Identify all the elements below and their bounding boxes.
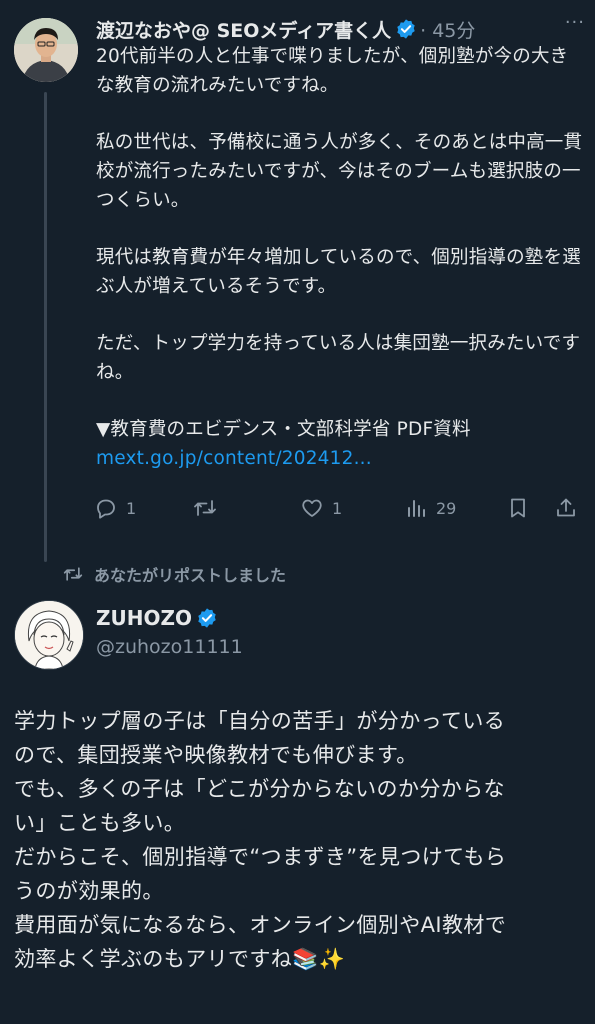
tweet1-paragraph: 20代前半の人と仕事で喋りましたが、個別塾が今の大きな教育の流れみたいですね。 <box>96 46 569 96</box>
tweet1-author-name[interactable]: 渡辺なおや@ SEOメディア書く人 <box>96 16 391 43</box>
verified-badge-icon <box>198 608 216 628</box>
tweet2-line: だからこそ、個別指導で“つまずき”を見つけてもら <box>14 845 507 869</box>
verified-badge-icon <box>397 19 415 39</box>
bookmark-icon <box>511 498 525 518</box>
tweet1-avatar[interactable] <box>14 18 78 82</box>
tweet2-line: い」ことも多い。 <box>14 811 186 835</box>
tweet2-line: 学力トップ層の子は「自分の苦手」が分かっている <box>14 709 506 733</box>
tweet1-link[interactable]: mext.go.jp/content/202412... <box>96 444 584 473</box>
tweet2-line: うのが効果的。 <box>14 879 164 903</box>
tweet1-header: 渡辺なおや@ SEOメディア書く人 · 45分 ··· <box>96 12 585 46</box>
repost-icon <box>63 567 83 581</box>
like-icon <box>302 499 322 517</box>
bookmark-button[interactable] <box>506 496 530 520</box>
tweet2-text: 学力トップ層の子は「自分の苦手」が分かっている ので、集団授業や映像教材でも伸び… <box>14 704 584 976</box>
tweet2-author-name: ZUHOZO <box>96 606 192 630</box>
person-avatar-icon <box>14 18 78 82</box>
retweet-button[interactable] <box>192 496 218 520</box>
tweet1-action-bar: 1 1 29 <box>94 496 582 526</box>
like-count: 1 <box>332 498 343 518</box>
views-count: 29 <box>436 498 457 518</box>
views-button[interactable]: 29 <box>404 496 456 520</box>
tweet2-author[interactable]: ZUHOZO <box>96 606 218 630</box>
share-icon <box>557 498 575 517</box>
share-button[interactable] <box>554 496 578 520</box>
views-icon <box>408 500 425 517</box>
reply-count: 1 <box>126 498 137 518</box>
tweet1-text: 20代前半の人と仕事で喋りましたが、個別塾が今の大きな教育の流れみたいですね。 … <box>96 42 584 473</box>
tweet1-paragraph: 現代は教育費が年々増加しているので、個別指導の塾を選ぶ人が増えているそうです。 <box>96 247 581 297</box>
repost-notice-text[interactable]: あなたがリポストしました <box>94 562 286 586</box>
tweet2-line: ので、集団授業や映像教材でも伸びます。 <box>14 743 418 767</box>
tweet2-line: 費用面が気になるなら、オンライン個別やAI教材で <box>14 913 507 937</box>
reply-icon <box>97 499 115 519</box>
retweet-icon <box>194 500 216 516</box>
tweet1-paragraph: 私の世代は、予備校に通う人が多く、そのあとは中高一貫校が流行ったみたいですが、今… <box>96 132 583 211</box>
like-button[interactable]: 1 <box>300 496 342 520</box>
tweet2-line: でも、多くの子は「どこが分からないのか分からな <box>14 777 505 801</box>
more-options-icon[interactable]: ··· <box>565 12 585 33</box>
reply-button[interactable]: 1 <box>94 496 136 520</box>
tweet1-source-label: ▼教育費のエビデンス・文部科学省 PDF資料 <box>96 419 471 440</box>
tweet2-line: 効率よく学ぶのもアリですね📚✨ <box>14 947 346 971</box>
tweet2-avatar[interactable] <box>14 600 84 670</box>
tweet1-paragraph: ただ、トップ学力を持っている人は集団塾一択みたいですね。 <box>96 333 581 383</box>
tweet1-timestamp[interactable]: · 45分 <box>420 16 475 43</box>
illustrated-avatar-icon <box>15 601 83 669</box>
repost-notice: あなたがリポストしました <box>62 562 286 586</box>
tweet2-handle[interactable]: @zuhozo11111 <box>96 636 243 658</box>
thread-connector-line <box>44 92 47 562</box>
